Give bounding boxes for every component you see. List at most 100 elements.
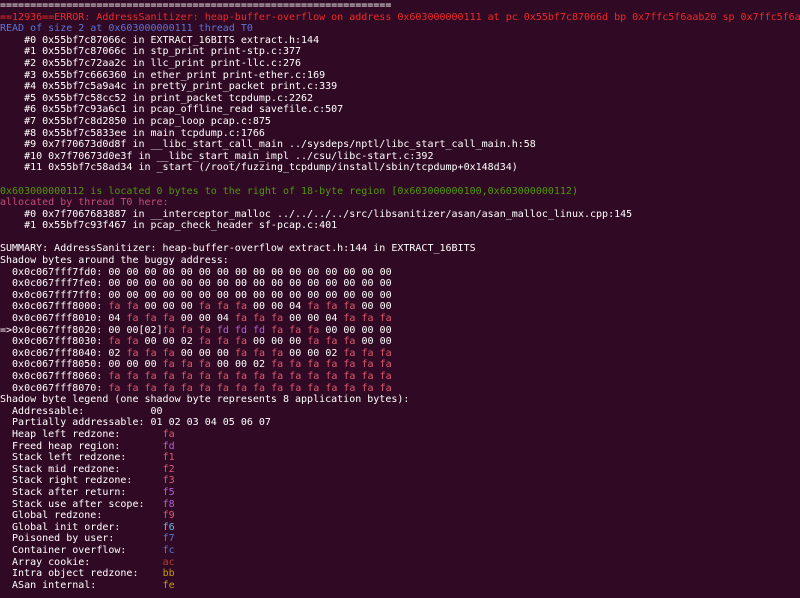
- shadow-byte: 00: [361, 266, 374, 278]
- shadow-byte: fa: [307, 382, 320, 394]
- shadow-byte: fa: [289, 382, 302, 394]
- shadow-byte: fa: [126, 347, 139, 359]
- legend-value: fe: [162, 579, 175, 591]
- shadow-byte: fa: [325, 382, 338, 394]
- legend-value: f1: [162, 452, 175, 464]
- shadow-byte: fa: [343, 336, 356, 348]
- shadow-byte: 00: [361, 301, 374, 313]
- shadow-byte: fa: [253, 371, 266, 382]
- shadow-byte: 00: [253, 289, 266, 301]
- shadow-byte: 00: [234, 278, 247, 290]
- shadow-byte: fa: [216, 382, 229, 394]
- shadow-byte: fd: [216, 324, 229, 336]
- shadow-byte: fa: [289, 371, 302, 382]
- shadow-byte: 00: [180, 289, 193, 301]
- legend-item: Partially addressable: 01 02 03 04 05 06…: [0, 417, 800, 429]
- shadow-byte: fa: [271, 382, 284, 394]
- shadow-byte: 00: [108, 266, 121, 278]
- shadow-byte: fa: [162, 371, 175, 382]
- shadow-byte: 00: [379, 324, 392, 336]
- shadow-byte: 00: [271, 266, 284, 278]
- shadow-byte: 00: [108, 324, 121, 336]
- stack-frame: #6 0x55bf7c93a6c1 in pcap_offline_read s…: [0, 104, 344, 116]
- shadow-byte: fa: [379, 313, 392, 325]
- shadow-byte: 00: [144, 301, 157, 313]
- stack-frame: #1 0x55bf7c87066c in stp_print print-stp…: [0, 46, 302, 58]
- shadow-byte: 00: [144, 278, 157, 290]
- stack-frame: #10 0x7f70673d0e3f in __libc_start_main_…: [0, 150, 434, 162]
- shadow-byte: 00: [271, 278, 284, 290]
- shadow-byte: fa: [216, 301, 229, 313]
- shadow-byte: 00: [180, 347, 193, 359]
- shadow-byte: fa: [271, 313, 284, 325]
- read-line: READ of size 2 at 0x603000000111 thread …: [0, 23, 253, 35]
- shadow-byte: fa: [253, 347, 266, 359]
- shadow-byte: 00: [289, 313, 302, 325]
- shadow-byte: fa: [198, 382, 211, 394]
- shadow-byte: 00: [198, 347, 211, 359]
- shadow-byte: fa: [343, 359, 356, 371]
- shadow-byte: fa: [343, 301, 356, 313]
- legend-label: Global init order:: [0, 521, 163, 533]
- stack-trace: #0 0x55bf7c87066c in EXTRACT_16BITS extr…: [0, 35, 800, 174]
- legend-value: 01 02 03 04 05 06 07: [150, 417, 271, 429]
- legend-item: ASan internal: fe: [0, 580, 800, 592]
- shadow-byte: fa: [162, 324, 175, 336]
- shadow-byte: 04: [325, 313, 338, 325]
- shadow-byte: fa: [162, 359, 175, 371]
- shadow-byte: 00: [126, 324, 139, 336]
- stack-frame: #5 0x55bf7c58cc52 in print_packet tcpdum…: [0, 92, 314, 104]
- shadow-byte: fa: [126, 382, 139, 394]
- shadow-byte: 00: [198, 266, 211, 278]
- shadow-byte: fa: [361, 382, 374, 394]
- shadow-byte: fa: [253, 382, 266, 394]
- shadow-byte: 00: [307, 313, 320, 325]
- legend-item: Poisoned by user: f7: [0, 533, 800, 545]
- shadow-byte: 00: [234, 266, 247, 278]
- shadow-byte: 00: [289, 266, 302, 278]
- legend-label: Global redzone:: [0, 510, 163, 522]
- shadow-byte: 00: [216, 266, 229, 278]
- shadow-byte: fa: [234, 301, 247, 313]
- shadow-byte: 00: [271, 301, 284, 313]
- shadow-byte: fa: [343, 382, 356, 394]
- shadow-byte: 00: [180, 313, 193, 325]
- legend-item: Stack right redzone: f3: [0, 475, 800, 487]
- shadow-byte: fa: [180, 359, 193, 371]
- shadow-byte: fa: [253, 313, 266, 325]
- alloc-frame: #0 0x7f7067683887 in __interceptor_mallo…: [0, 208, 633, 220]
- shadow-byte: fa: [144, 382, 157, 394]
- shadow-byte: 00: [271, 336, 284, 348]
- shadow-byte: 00: [216, 289, 229, 301]
- legend-item: Global redzone: f9: [0, 510, 800, 522]
- shadow-byte: fa: [162, 347, 175, 359]
- stack-frame: #3 0x55bf7c666360 in ether_print print-e…: [0, 69, 326, 81]
- shadow-byte: fa: [325, 359, 338, 371]
- shadow-byte: fa: [271, 359, 284, 371]
- shadow-byte: 00: [253, 336, 266, 348]
- shadow-byte: fa: [234, 336, 247, 348]
- shadow-byte: 00: [126, 266, 139, 278]
- shadow-byte: fa: [379, 347, 392, 359]
- shadow-byte: fa: [307, 336, 320, 348]
- shadow-byte: 00: [108, 278, 121, 290]
- shadow-byte: 00: [216, 359, 229, 371]
- shadow-byte: fa: [361, 347, 374, 359]
- legend-label: Poisoned by user:: [0, 533, 163, 545]
- shadow-byte: 00: [180, 301, 193, 313]
- shadow-byte: 00: [180, 266, 193, 278]
- legend-value: f7: [162, 533, 175, 545]
- legend-label: Container overflow:: [0, 544, 163, 556]
- shadow-row-address: 0x0c067fff8060:: [0, 371, 103, 382]
- legend-value: f8: [162, 498, 175, 510]
- shadow-byte: 00: [289, 289, 302, 301]
- shadow-byte: fa: [289, 359, 302, 371]
- stack-frame: #0 0x55bf7c87066c in EXTRACT_16BITS extr…: [0, 34, 320, 46]
- shadow-byte: fa: [271, 371, 284, 382]
- shadow-byte: fa: [271, 324, 284, 336]
- shadow-byte: 00: [198, 289, 211, 301]
- shadow-row: 0x0c067fff8070: fa fa fa fa fa fa fa fa …: [0, 383, 800, 395]
- terminal-window[interactable]: ========================================…: [0, 0, 800, 598]
- shadow-byte: 00: [379, 301, 392, 313]
